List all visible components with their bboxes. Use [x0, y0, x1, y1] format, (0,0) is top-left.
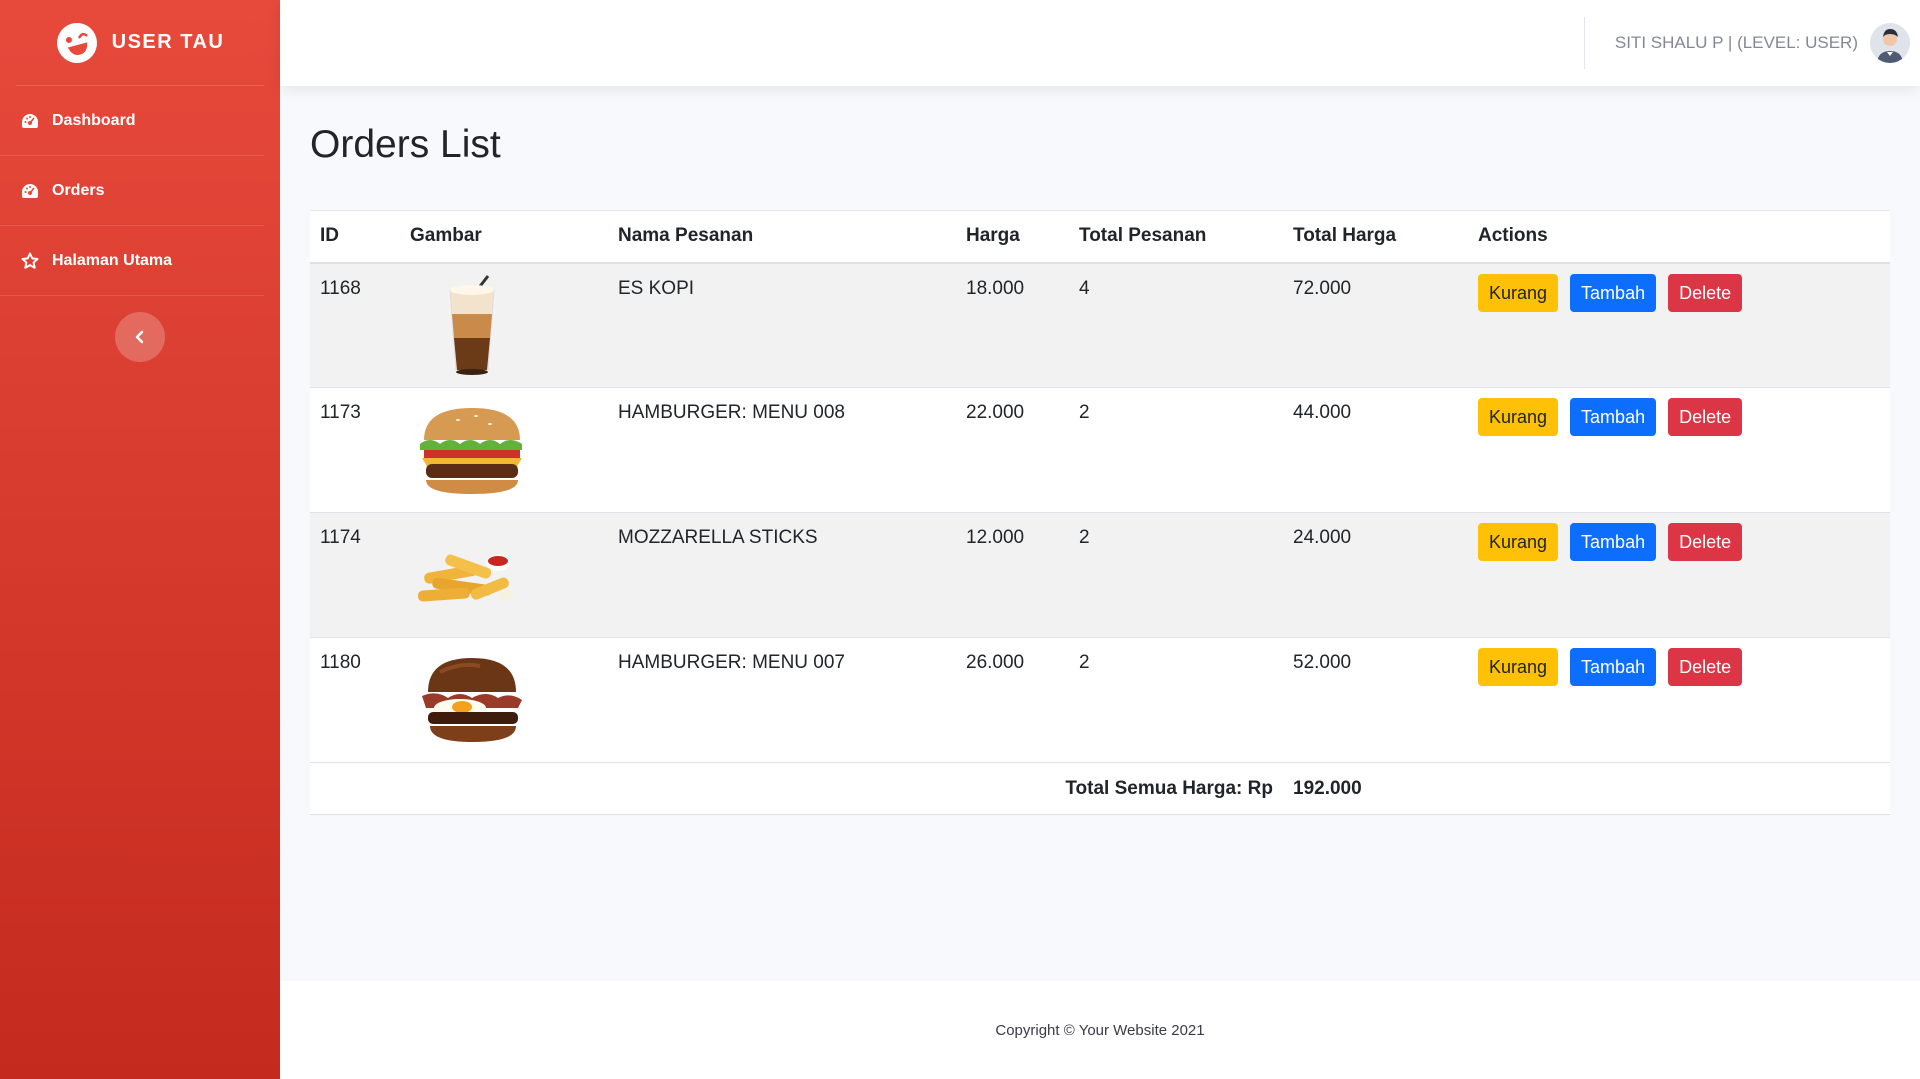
delete-button[interactable]: Delete: [1668, 648, 1743, 686]
cell-total: 24.000: [1283, 512, 1468, 638]
column-header-harga: Harga: [956, 210, 1069, 264]
mozzarella-sticks-image: [417, 554, 514, 602]
tambah-button[interactable]: Tambah: [1570, 523, 1657, 561]
orders-table: ID Gambar Nama Pesanan Harga Total Pesan…: [310, 210, 1890, 815]
cell-price: 12.000: [956, 512, 1069, 638]
topbar: SITI SHALU P | (LEVEL: USER): [280, 0, 1920, 86]
cell-id: 1174: [310, 512, 400, 638]
column-header-total-harga: Total Harga: [1283, 210, 1468, 264]
cell-actions: Kurang Tambah Delete: [1468, 637, 1890, 763]
table-row: 1168 ES KOPI 18.000 4 72.000 Kurang Tamb…: [310, 262, 1890, 388]
cell-id: 1173: [310, 387, 400, 513]
cell-image: [400, 262, 608, 388]
tambah-button[interactable]: Tambah: [1570, 398, 1657, 436]
kurang-button[interactable]: Kurang: [1478, 273, 1559, 312]
delete-button[interactable]: Delete: [1668, 398, 1743, 436]
cell-qty: 2: [1069, 387, 1283, 513]
cell-name: HAMBURGER: MENU 008: [608, 387, 956, 513]
cell-id: 1180: [310, 637, 400, 763]
kurang-button[interactable]: Kurang: [1478, 398, 1559, 436]
cell-total: 44.000: [1283, 387, 1468, 513]
tambah-button[interactable]: Tambah: [1570, 273, 1657, 312]
user-avatar-icon: [1870, 23, 1910, 63]
table-row: 1174 MOZZARELLA STICKS 12.000 2 24.000 K…: [310, 512, 1890, 638]
user-avatar[interactable]: [1870, 23, 1910, 63]
cell-name: HAMBURGER: MENU 007: [608, 637, 956, 763]
sidebar-item-label: Dashboard: [52, 111, 136, 129]
burger-image: [420, 408, 522, 494]
cell-name: ES KOPI: [608, 262, 956, 388]
column-header-nama-pesanan: Nama Pesanan: [608, 210, 956, 264]
user-name[interactable]: SITI SHALU P | (LEVEL: USER): [1615, 33, 1858, 53]
cell-name: MOZZARELLA STICKS: [608, 512, 956, 638]
footer: Copyright © Your Website 2021: [280, 981, 1920, 1079]
cell-price: 26.000: [956, 637, 1069, 763]
tachometer-icon: [20, 181, 40, 201]
total-value: 192.000: [1283, 762, 1890, 815]
cell-image: [400, 387, 608, 513]
cell-actions: Kurang Tambah Delete: [1468, 262, 1890, 388]
table-row: 1173 HAMBURGER: MENU 008 22.000 2 44.000…: [310, 387, 1890, 513]
laugh-wink-icon: [56, 22, 97, 63]
sidebar: USER TAU Dashboard Orders Halaman Utama: [0, 0, 280, 1079]
total-label: Total Semua Harga: Rp: [310, 762, 1283, 815]
sidebar-item-dashboard[interactable]: Dashboard: [0, 86, 264, 156]
sidebar-item-label: Halaman Utama: [52, 251, 173, 269]
star-icon: [20, 251, 40, 271]
sidebar-toggle-button[interactable]: [115, 312, 165, 362]
topbar-divider: [1583, 17, 1585, 69]
column-header-actions: Actions: [1468, 210, 1890, 264]
column-header-id: ID: [310, 210, 400, 264]
burger-egg-image: [422, 658, 522, 742]
cell-image: [400, 637, 608, 763]
main-content: Orders List ID Gambar Nama Pesanan Harga…: [310, 86, 1890, 815]
brand-text: USER TAU: [111, 31, 225, 53]
cell-actions: Kurang Tambah Delete: [1468, 512, 1890, 638]
delete-button[interactable]: Delete: [1668, 273, 1743, 312]
kurang-button[interactable]: Kurang: [1478, 648, 1559, 686]
cell-total: 72.000: [1283, 262, 1468, 388]
cell-qty: 2: [1069, 637, 1283, 763]
tambah-button[interactable]: Tambah: [1570, 648, 1657, 686]
cell-price: 22.000: [956, 387, 1069, 513]
cell-qty: 4: [1069, 262, 1283, 388]
total-row: Total Semua Harga: Rp 192.000: [310, 762, 1890, 815]
cell-image: [400, 512, 608, 638]
page-title: Orders List: [310, 123, 501, 166]
sidebar-item-halaman-utama[interactable]: Halaman Utama: [0, 226, 264, 296]
chevron-left-icon: [135, 330, 144, 344]
sidebar-brand[interactable]: USER TAU: [16, 0, 264, 86]
cell-qty: 2: [1069, 512, 1283, 638]
sidebar-item-label: Orders: [52, 181, 105, 199]
cell-id: 1168: [310, 262, 400, 388]
tachometer-icon: [20, 111, 40, 131]
column-header-total-pesanan: Total Pesanan: [1069, 210, 1283, 264]
kurang-button[interactable]: Kurang: [1478, 523, 1559, 561]
cell-actions: Kurang Tambah Delete: [1468, 387, 1890, 513]
copyright-text: Copyright © Your Website 2021: [995, 1021, 1205, 1039]
table-header-row: ID Gambar Nama Pesanan Harga Total Pesan…: [310, 210, 1890, 264]
cell-total: 52.000: [1283, 637, 1468, 763]
table-row: 1180 HAMBURGER: MENU 007 26.000 2 52.000…: [310, 637, 1890, 763]
cell-price: 18.000: [956, 262, 1069, 388]
column-header-gambar: Gambar: [400, 210, 608, 264]
sidebar-item-orders[interactable]: Orders: [0, 156, 264, 226]
delete-button[interactable]: Delete: [1668, 523, 1743, 561]
iced-coffee-image: [449, 274, 495, 375]
